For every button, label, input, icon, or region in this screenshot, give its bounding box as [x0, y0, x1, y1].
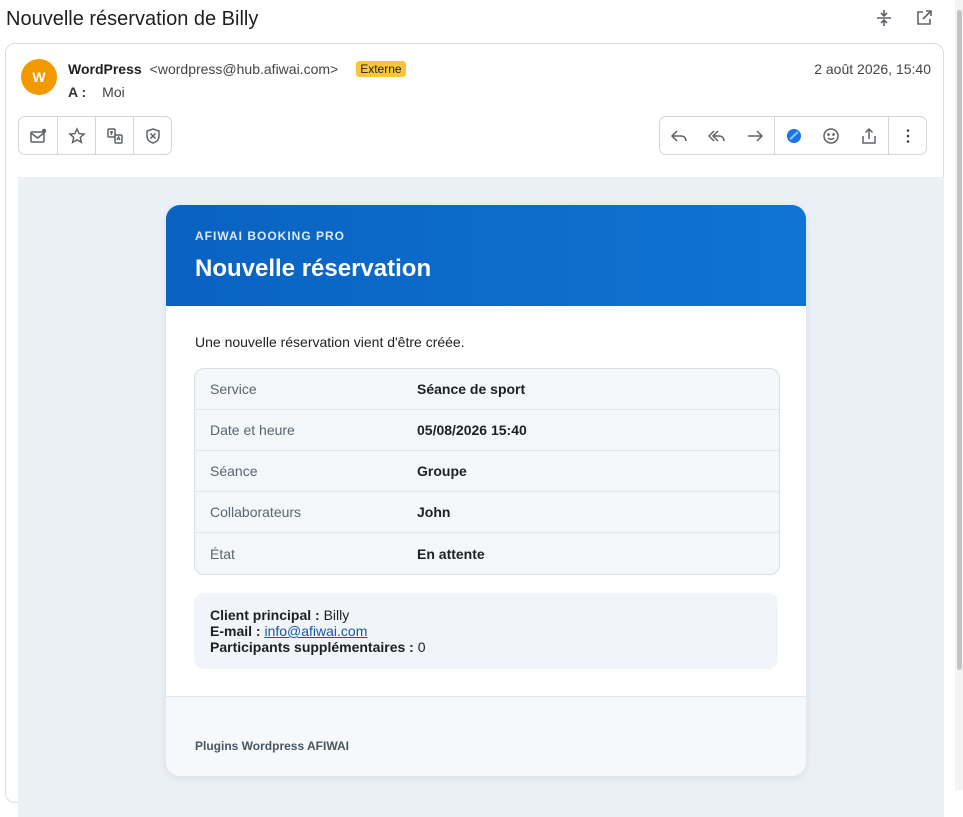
- to-label: A :: [68, 84, 87, 100]
- more-options-button[interactable]: [888, 117, 926, 154]
- extra-participants-value: 0: [417, 639, 426, 655]
- reply-all-button[interactable]: [698, 117, 736, 154]
- booking-header: AFIWAI BOOKING PRO Nouvelle réservation: [166, 205, 806, 306]
- translate-button[interactable]: [95, 117, 133, 154]
- to-value[interactable]: Moi: [102, 84, 125, 100]
- client-email-link[interactable]: info@afiwai.com: [264, 623, 367, 639]
- message-card: W WordPress <wordpress@hub.afiwai.com> E…: [5, 43, 944, 817]
- collapse-icon[interactable]: [872, 6, 896, 30]
- detail-key: Service: [210, 381, 257, 397]
- reply-all-icon: [708, 129, 725, 142]
- block-sender-button[interactable]: [133, 117, 171, 154]
- forward-button[interactable]: [736, 117, 774, 154]
- email-subject: Nouvelle réservation de Billy: [6, 8, 259, 30]
- footer-text: Plugins Wordpress AFIWAI: [195, 739, 350, 753]
- booking-card: AFIWAI BOOKING PRO Nouvelle réservation …: [166, 205, 806, 776]
- mark-unread-button[interactable]: [19, 117, 57, 154]
- email-body: AFIWAI BOOKING PRO Nouvelle réservation …: [18, 177, 944, 817]
- shield-icon: [145, 127, 160, 144]
- message-actions-right: [659, 116, 927, 155]
- star-icon: [67, 126, 86, 144]
- table-row: Service Séance de sport: [195, 369, 779, 410]
- copilot-icon: [786, 128, 801, 143]
- copilot-button[interactable]: [774, 117, 812, 154]
- sender-email[interactable]: <wordpress@hub.afiwai.com>: [150, 61, 339, 77]
- external-badge: Externe: [356, 61, 406, 77]
- intro-text: Une nouvelle réservation vient d'être cr…: [195, 334, 465, 350]
- sender-name[interactable]: WordPress: [68, 61, 142, 77]
- avatar: W: [21, 59, 57, 95]
- translate-icon: [106, 127, 123, 144]
- client-email-label: E-mail :: [210, 623, 261, 639]
- star-button[interactable]: [57, 117, 95, 154]
- detail-value: John: [417, 504, 451, 520]
- email-footer: Plugins Wordpress AFIWAI: [166, 697, 806, 776]
- table-row: Séance Groupe: [195, 451, 779, 492]
- detail-value: Séance de sport: [417, 381, 526, 397]
- details-table: Service Séance de sport Date et heure 05…: [194, 368, 780, 575]
- detail-key: État: [210, 545, 235, 562]
- message-actions-left: [18, 116, 172, 155]
- scrollbar-thumb[interactable]: [957, 10, 962, 670]
- sender-line: WordPress <wordpress@hub.afiwai.com> Ext…: [68, 61, 406, 77]
- reply-icon: [670, 129, 687, 142]
- more-icon: [906, 128, 909, 143]
- detail-value: En attente: [417, 545, 485, 562]
- brand-label: AFIWAI BOOKING PRO: [195, 229, 345, 243]
- table-row: État En attente: [195, 533, 779, 574]
- forward-icon: [748, 129, 764, 142]
- client-main-label: Client principal :: [210, 607, 320, 623]
- share-icon: [862, 127, 876, 144]
- received-date: 2 août 2026, 15:40: [814, 61, 931, 77]
- table-row: Date et heure 05/08/2026 15:40: [195, 410, 779, 451]
- detail-key: Séance: [210, 463, 258, 479]
- table-row: Collaborateurs John: [195, 492, 779, 533]
- detail-key: Collaborateurs: [210, 504, 302, 520]
- client-info: Client principal : Billy E-mail : info@a…: [194, 593, 778, 669]
- emoji-button[interactable]: [812, 117, 850, 154]
- extra-participants-label: Participants supplémentaires :: [210, 639, 414, 655]
- open-external-icon[interactable]: [912, 6, 936, 30]
- booking-title: Nouvelle réservation: [195, 255, 432, 282]
- reply-button[interactable]: [660, 117, 698, 154]
- share-button[interactable]: [850, 117, 888, 154]
- emoji-icon: [823, 127, 839, 144]
- detail-value: Groupe: [417, 463, 467, 479]
- title-bar: Nouvelle réservation de Billy: [0, 0, 963, 40]
- client-main-value: Billy: [323, 607, 350, 623]
- detail-value: 05/08/2026 15:40: [417, 422, 527, 438]
- detail-key: Date et heure: [210, 422, 295, 438]
- mark-unread-icon: [30, 128, 47, 143]
- recipient-line: A : Moi: [68, 84, 125, 100]
